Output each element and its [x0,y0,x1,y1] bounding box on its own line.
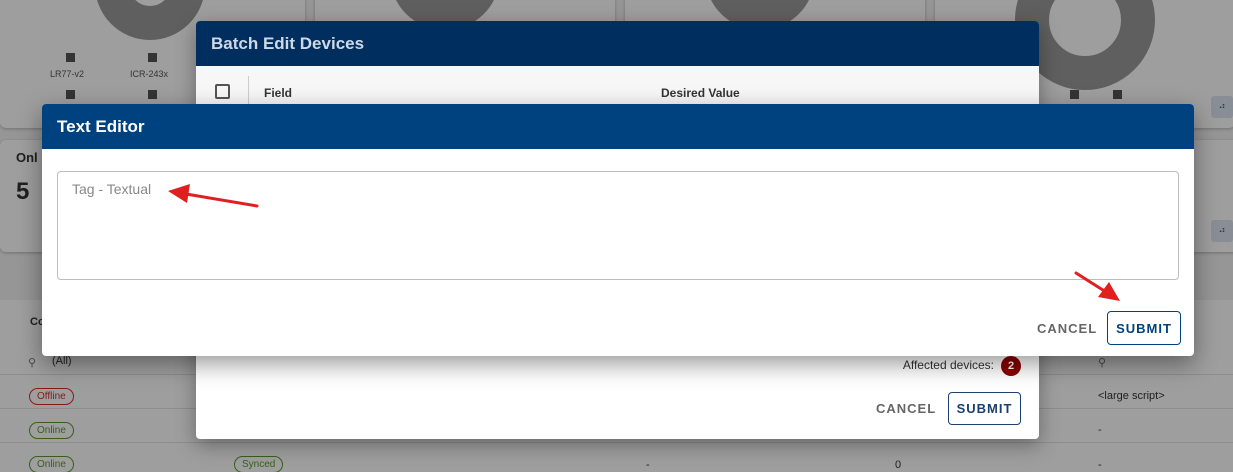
text-editor-title: Text Editor [42,104,1194,149]
cancel-button[interactable]: CANCEL [1037,321,1097,336]
batch-cancel-button[interactable]: CANCEL [876,401,936,416]
affected-count-badge: 2 [1001,356,1021,376]
batch-submit-button[interactable]: SUBMIT [948,392,1021,425]
affected-devices-label: Affected devices: [902,358,994,372]
text-editor-dialog: Text Editor CANCEL SUBMIT [42,104,1194,356]
column-divider [248,76,249,104]
desired-value-column-header: Desired Value [661,86,740,100]
batch-dialog-title: Batch Edit Devices [196,21,1039,66]
text-editor-input[interactable] [57,171,1179,280]
select-all-checkbox[interactable] [215,84,230,99]
submit-button[interactable]: SUBMIT [1107,311,1181,345]
field-column-header: Field [264,86,293,100]
